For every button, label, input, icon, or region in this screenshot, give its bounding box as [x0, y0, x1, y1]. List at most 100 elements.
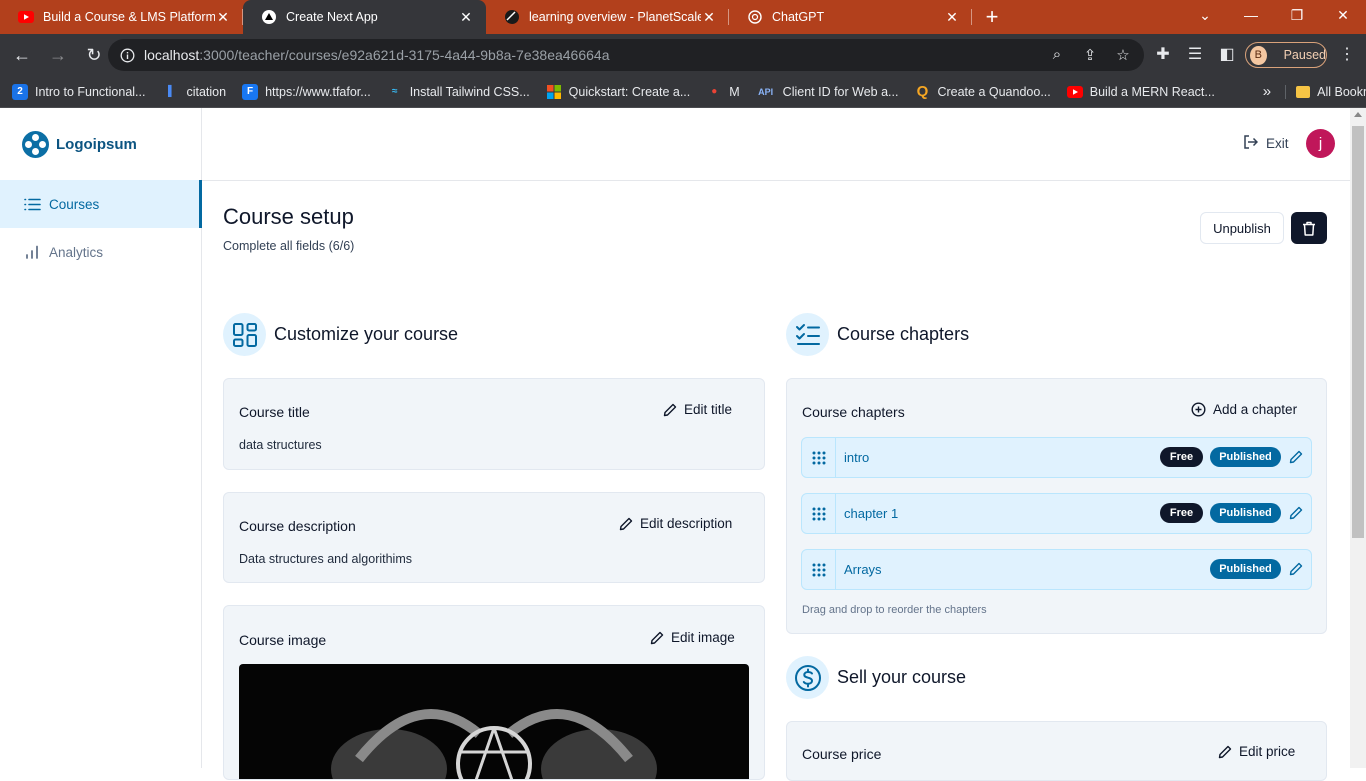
- logo[interactable]: Logoipsum: [22, 131, 137, 158]
- tab-title: learning overview - PlanetScale: [529, 10, 701, 24]
- close-tab-icon[interactable]: ✕: [215, 9, 231, 26]
- edit-chapter-icon[interactable]: [1289, 562, 1303, 579]
- profile-button[interactable]: B Paused: [1245, 42, 1327, 68]
- address-bar[interactable]: localhost:3000/teacher/courses/e92a621d-…: [108, 39, 1144, 71]
- trash-icon: [1302, 221, 1316, 236]
- page-scrollbar[interactable]: [1350, 108, 1366, 768]
- exit-button[interactable]: Exit: [1243, 135, 1289, 152]
- tab-planetscale[interactable]: learning overview - PlanetScale ✕: [486, 0, 729, 34]
- course-image-preview: [239, 664, 749, 779]
- planetscale-icon: [504, 9, 520, 25]
- edit-chapter-icon[interactable]: [1289, 450, 1303, 467]
- bookmarks-bar: 2 Intro to Functional... ▌ citation Fhttps…: [0, 76, 1366, 108]
- restore-icon[interactable]: ❐: [1274, 0, 1320, 30]
- layout-dashboard-icon: [223, 313, 266, 356]
- circle-dollar-icon: [786, 656, 829, 699]
- minimize-icon[interactable]: —: [1228, 0, 1274, 30]
- tailwind-icon: ≈: [391, 86, 398, 97]
- close-tab-icon[interactable]: ✕: [944, 9, 960, 26]
- delete-course-button[interactable]: [1291, 212, 1327, 244]
- free-badge: Free: [1160, 503, 1203, 523]
- field-value: Data structures and algorithims: [239, 552, 412, 566]
- bookmark-item[interactable]: Build a MERN React...: [1066, 84, 1215, 100]
- youtube-icon: [1066, 84, 1083, 100]
- exit-label: Exit: [1266, 136, 1289, 151]
- tab-search-icon[interactable]: ⌄: [1182, 0, 1228, 30]
- menu-dots-icon[interactable]: ⋮: [1336, 44, 1358, 64]
- side-panel-icon[interactable]: ◧: [1216, 44, 1238, 64]
- published-badge: Published: [1210, 559, 1281, 579]
- drag-handle-icon[interactable]: [802, 550, 836, 589]
- chapter-item[interactable]: chapter 1 Free Published: [801, 493, 1312, 534]
- field-label: Course price: [802, 746, 882, 762]
- bookmark-item[interactable]: ▌ citation: [163, 84, 226, 100]
- customize-heading: Customize your course: [223, 313, 458, 356]
- completion-text: Complete all fields (6/6): [223, 239, 355, 253]
- bookmark-label: Install Tailwind CSS...: [409, 84, 530, 99]
- list-checks-icon: [786, 313, 829, 356]
- close-tab-icon[interactable]: ✕: [458, 9, 474, 26]
- bookmark-item[interactable]: Q Create a Quandoo...: [914, 83, 1051, 100]
- close-tab-icon[interactable]: ✕: [701, 9, 717, 26]
- user-avatar[interactable]: j: [1306, 129, 1335, 158]
- edit-title-button[interactable]: Edit title: [663, 402, 732, 417]
- edit-price-button[interactable]: Edit price: [1218, 744, 1295, 759]
- course-price-card: Course price Edit price: [786, 721, 1327, 781]
- course-description-card: Course description Edit description Data…: [223, 492, 765, 583]
- add-chapter-button[interactable]: Add a chapter: [1191, 402, 1297, 417]
- tab-create-next-app[interactable]: Create Next App ✕: [243, 0, 486, 34]
- action-label: Edit image: [671, 630, 735, 645]
- site-info-icon[interactable]: [120, 48, 135, 63]
- media-icon[interactable]: ☰: [1184, 44, 1206, 64]
- tab-chatgpt[interactable]: ChatGPT ✕: [729, 0, 972, 34]
- bookmark-item[interactable]: Fhttps://www.tfafor...: [242, 83, 371, 100]
- top-bar: [202, 108, 1350, 181]
- reload-icon[interactable]: ↻: [78, 39, 110, 71]
- edit-description-button[interactable]: Edit description: [619, 516, 732, 531]
- chapters-heading: Course chapters: [786, 313, 969, 356]
- free-badge: Free: [1160, 447, 1203, 467]
- star-icon[interactable]: ☆: [1114, 46, 1132, 64]
- chapter-title: Arrays: [844, 562, 882, 577]
- chapter-item[interactable]: Arrays Published: [801, 549, 1312, 590]
- logout-icon: [1243, 135, 1259, 152]
- action-label: Edit price: [1239, 744, 1296, 759]
- bookmark-item[interactable]: ● M: [706, 84, 739, 100]
- bookmark-item[interactable]: ≈ Install Tailwind CSS...: [387, 84, 530, 100]
- tab-youtube-course[interactable]: Build a Course & LMS Platform: N ✕: [0, 0, 243, 34]
- more-bookmarks-button[interactable]: »: [1263, 83, 1271, 100]
- sidebar: Logoipsum Courses Analytics: [0, 108, 202, 768]
- zoom-icon[interactable]: ⌕: [1048, 46, 1066, 64]
- edit-chapter-icon[interactable]: [1289, 506, 1303, 523]
- bar-chart-icon: [23, 244, 41, 260]
- share-icon[interactable]: ⇪: [1081, 46, 1099, 64]
- sidebar-item-courses[interactable]: Courses: [0, 180, 202, 228]
- section-title: Course chapters: [837, 324, 970, 344]
- forward-arrow-icon[interactable]: →: [42, 39, 74, 71]
- sidebar-item-label: Analytics: [49, 244, 104, 260]
- bookmark-item[interactable]: 2 Intro to Functional...: [12, 83, 145, 100]
- chapter-title: intro: [844, 450, 870, 465]
- close-window-icon[interactable]: ✕: [1320, 0, 1366, 30]
- all-bookmarks-button[interactable]: All Bookmarks: [1285, 84, 1366, 99]
- course-image-card: Course image Edit image: [223, 605, 765, 780]
- unpublish-button[interactable]: Unpublish: [1200, 212, 1284, 244]
- drag-handle-icon[interactable]: [802, 494, 836, 533]
- edit-image-button[interactable]: Edit image: [650, 630, 735, 645]
- drag-handle-icon[interactable]: [802, 438, 836, 477]
- published-badge: Published: [1210, 447, 1281, 467]
- back-arrow-icon[interactable]: ←: [6, 39, 38, 71]
- chapter-title: chapter 1: [844, 506, 899, 521]
- published-badge: Published: [1210, 503, 1281, 523]
- bookmark-item[interactable]: Quickstart: Create a...: [546, 84, 690, 100]
- bookmark-item[interactable]: API Client ID for Web a...: [756, 84, 898, 100]
- chapter-item[interactable]: intro Free Published: [801, 437, 1312, 478]
- youtube-icon: [18, 9, 34, 25]
- sidebar-item-analytics[interactable]: Analytics: [0, 228, 202, 276]
- scrollbar-thumb[interactable]: [1352, 126, 1364, 538]
- extensions-icon[interactable]: ✚: [1152, 44, 1174, 64]
- course-chapters-card: Course chapters Add a chapter intro Free…: [786, 378, 1327, 634]
- new-tab-button[interactable]: +: [972, 0, 1012, 34]
- list-icon: [23, 196, 41, 212]
- field-label: Course title: [239, 404, 310, 420]
